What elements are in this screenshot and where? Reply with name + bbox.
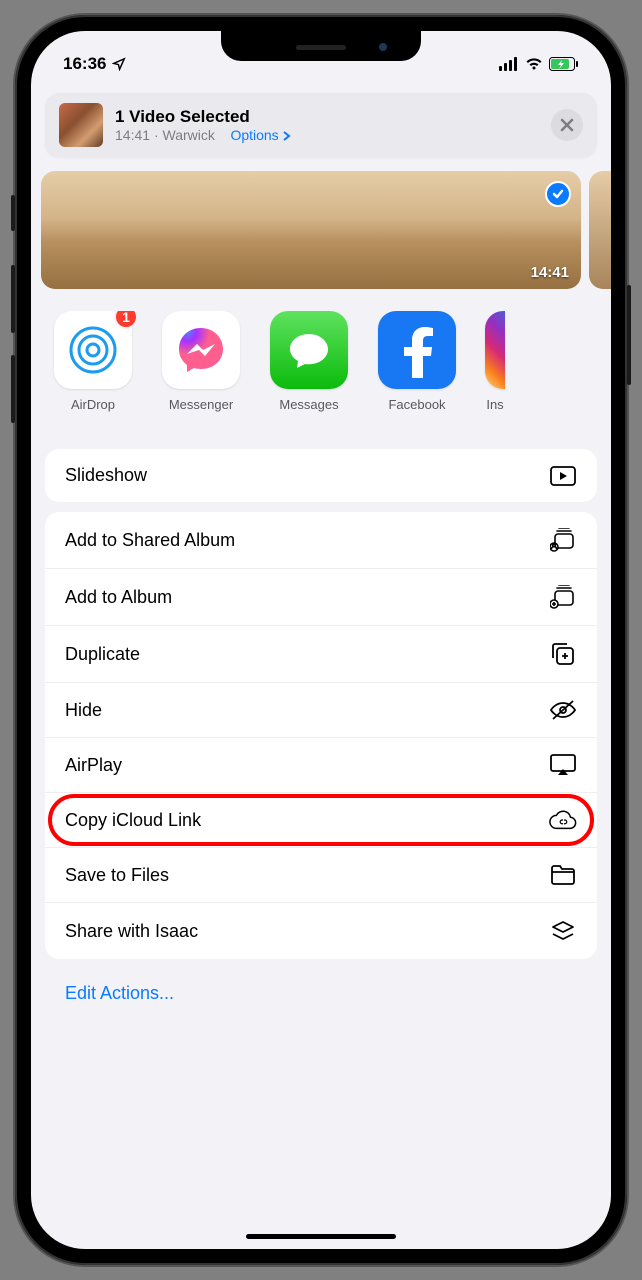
eye-slash-icon <box>549 699 577 721</box>
battery-charging-icon <box>549 57 579 71</box>
action-label: AirPlay <box>65 755 122 776</box>
action-label: Add to Album <box>65 587 172 608</box>
action-label: Hide <box>65 700 102 721</box>
folder-icon <box>549 864 577 886</box>
selected-checkmark-icon <box>545 181 571 207</box>
options-button[interactable]: Options <box>230 127 290 143</box>
facebook-icon <box>378 311 456 389</box>
action-list: Slideshow Add to Shared Album Add to Alb… <box>45 449 597 1004</box>
instagram-icon <box>485 311 505 389</box>
action-label: Add to Shared Album <box>65 530 235 551</box>
action-group-main: Add to Shared Album Add to Album Duplica… <box>45 512 597 959</box>
preview-thumbnail-selected[interactable]: 14:41 <box>41 171 581 289</box>
add-album-icon <box>549 585 577 609</box>
phone-frame: 16:36 1 Video Selected 14:41 · Warwick <box>15 15 627 1265</box>
action-hide[interactable]: Hide <box>45 683 597 738</box>
shared-album-icon <box>549 528 577 552</box>
close-icon <box>560 118 574 132</box>
action-label: Duplicate <box>65 644 140 665</box>
app-label: AirDrop <box>71 397 115 412</box>
action-airplay[interactable]: AirPlay <box>45 738 597 793</box>
airdrop-badge: 1 <box>114 311 138 329</box>
volume-down-button <box>11 355 15 423</box>
share-app-messages[interactable]: Messages <box>269 311 349 412</box>
share-app-messenger[interactable]: Messenger <box>161 311 241 412</box>
app-label: Messenger <box>169 397 233 412</box>
header-text: 1 Video Selected 14:41 · Warwick Options <box>115 107 539 143</box>
stack-icon <box>549 919 577 943</box>
screen: 16:36 1 Video Selected 14:41 · Warwick <box>31 31 611 1249</box>
header-time: 14:41 <box>115 127 150 143</box>
share-app-row[interactable]: 1 AirDrop Messenger Messages F <box>31 311 611 412</box>
edit-actions-button[interactable]: Edit Actions... <box>45 969 597 1004</box>
preview-thumbnail-next[interactable] <box>589 171 611 289</box>
action-duplicate[interactable]: Duplicate <box>45 626 597 683</box>
action-add-shared-album[interactable]: Add to Shared Album <box>45 512 597 569</box>
header-subtitle: 14:41 · Warwick Options <box>115 127 539 143</box>
share-app-instagram[interactable]: Ins <box>485 311 505 412</box>
action-slideshow[interactable]: Slideshow <box>45 449 597 502</box>
header-location: Warwick <box>163 127 215 143</box>
action-add-album[interactable]: Add to Album <box>45 569 597 626</box>
cloud-link-icon <box>549 809 577 831</box>
status-time-group: 16:36 <box>63 54 126 74</box>
preview-strip[interactable]: 14:41 <box>41 171 611 289</box>
preview-timestamp: 14:41 <box>531 264 569 281</box>
wifi-icon <box>525 57 543 71</box>
power-button <box>627 285 631 385</box>
status-right <box>499 57 579 71</box>
duplicate-icon <box>549 642 577 666</box>
status-time: 16:36 <box>63 54 106 74</box>
action-label: Copy iCloud Link <box>65 810 201 831</box>
location-icon <box>112 57 126 71</box>
app-label: Ins <box>486 397 503 412</box>
airdrop-icon: 1 <box>54 311 132 389</box>
close-button[interactable] <box>551 109 583 141</box>
app-label: Messages <box>279 397 338 412</box>
share-app-facebook[interactable]: Facebook <box>377 311 457 412</box>
notch <box>221 31 421 61</box>
action-label: Slideshow <box>65 465 147 486</box>
mute-switch <box>11 195 15 231</box>
action-label: Save to Files <box>65 865 169 886</box>
header-thumbnail <box>59 103 103 147</box>
messenger-icon <box>162 311 240 389</box>
share-app-airdrop[interactable]: 1 AirDrop <box>53 311 133 412</box>
play-rect-icon <box>549 466 577 486</box>
app-label: Facebook <box>388 397 445 412</box>
chevron-right-icon <box>283 131 291 141</box>
cellular-icon <box>499 57 519 71</box>
home-indicator[interactable] <box>246 1234 396 1239</box>
action-group-slideshow: Slideshow <box>45 449 597 502</box>
action-label: Share with Isaac <box>65 921 198 942</box>
volume-up-button <box>11 265 15 333</box>
action-share-isaac[interactable]: Share with Isaac <box>45 903 597 959</box>
action-save-files[interactable]: Save to Files <box>45 848 597 903</box>
airplay-icon <box>549 754 577 776</box>
messages-icon <box>270 311 348 389</box>
header-title: 1 Video Selected <box>115 107 539 127</box>
action-copy-icloud-link[interactable]: Copy iCloud Link <box>45 793 597 848</box>
share-header-card: 1 Video Selected 14:41 · Warwick Options <box>45 93 597 157</box>
